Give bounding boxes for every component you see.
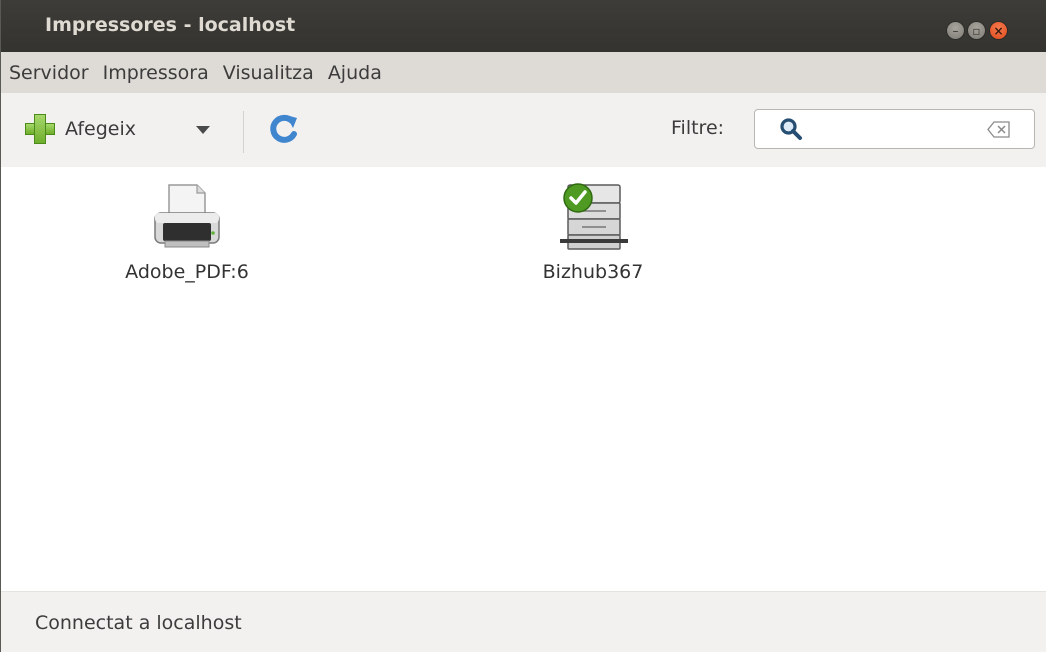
network-printer-icon (560, 183, 628, 250)
status-bar: Connectat a localhost (1, 591, 1046, 652)
menu-impressora[interactable]: Impressora (93, 62, 209, 84)
add-button-label: Afegeix (65, 118, 136, 140)
printer-item[interactable]: Bizhub367 (493, 177, 693, 283)
menu-bar: Servidor Impressora Visualitza Ajuda (1, 52, 1046, 93)
menu-visualitza[interactable]: Visualitza (213, 62, 314, 84)
toolbar-separator (243, 111, 244, 153)
chevron-down-icon[interactable] (196, 126, 210, 134)
printer-name: Bizhub367 (542, 261, 644, 283)
filter-label: Filtre: (671, 117, 725, 139)
printer-item[interactable]: Adobe_PDF:6 (87, 183, 287, 283)
close-button[interactable]: × (989, 21, 1008, 40)
title-bar[interactable]: Impressores - localhost – ▫ × (1, 0, 1046, 52)
printer-list: Adobe_PDF:6 Bizhub367 (1, 167, 1046, 591)
minimize-button[interactable]: – (946, 21, 965, 40)
search-icon (780, 118, 802, 140)
printer-icon (154, 184, 220, 248)
printers-window: Impressores - localhost – ▫ × Servidor I… (0, 0, 1046, 652)
clear-icon[interactable] (987, 121, 1011, 138)
menu-ajuda[interactable]: Ajuda (318, 62, 382, 84)
maximize-button[interactable]: ▫ (967, 21, 986, 40)
toolbar: Afegeix Filtre: (1, 93, 1046, 167)
search-input[interactable] (815, 116, 979, 144)
refresh-icon[interactable] (267, 112, 301, 146)
status-text: Connectat a localhost (35, 612, 242, 634)
add-icon (25, 114, 55, 144)
printer-name: Adobe_PDF:6 (125, 261, 249, 283)
add-printer-button[interactable]: Afegeix (25, 111, 136, 147)
menu-servidor[interactable]: Servidor (1, 62, 89, 84)
window-title: Impressores - localhost (45, 14, 296, 36)
filter-field[interactable] (754, 109, 1035, 149)
